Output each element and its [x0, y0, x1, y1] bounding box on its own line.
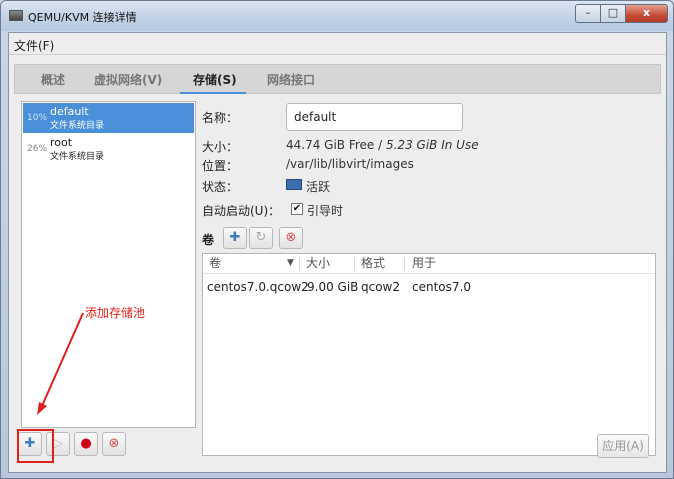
maximize-button[interactable]: □ [600, 4, 626, 23]
pool-name: root [50, 136, 73, 149]
tab-overview[interactable]: 概述 [41, 71, 65, 88]
stop-pool-button[interactable]: ● [74, 432, 98, 456]
volume-name-cell[interactable]: centos7.0.qcow2 [207, 280, 309, 294]
menu-bar: 文件(F) [9, 33, 666, 55]
storage-pool-list[interactable]: 10% default 文件系统目录 26% root 文件系统目录 [21, 101, 196, 428]
refresh-volumes-button[interactable]: ↻ [249, 227, 273, 249]
record-icon: ● [80, 436, 92, 451]
tab-network-interfaces[interactable]: 网络接口 [267, 71, 315, 88]
column-header-size[interactable]: 大小 [306, 254, 330, 274]
pool-usage-percent: 10% [27, 113, 48, 123]
volume-size-cell[interactable]: 9.00 GiB [307, 280, 358, 294]
delete-icon: ⊗ [285, 230, 297, 245]
tab-virtual-networks[interactable]: 虚拟网络(V) [94, 71, 162, 88]
delete-pool-button[interactable]: ⊗ [102, 432, 126, 456]
size-value: 44.74 GiB Free / 5.23 GiB In Use [286, 138, 479, 152]
column-divider [354, 257, 355, 271]
plus-icon: ✚ [229, 230, 241, 245]
pool-item-default[interactable]: 10% default 文件系统目录 [23, 103, 194, 133]
pool-type: 文件系统目录 [50, 121, 105, 131]
sort-chevron-down-icon[interactable]: ▼ [287, 254, 294, 274]
annotation-highlight-box [17, 429, 54, 463]
client-area: 文件(F) 概述 虚拟网络(V) 存储(S) 网络接口 10% default … [8, 32, 667, 473]
delete-icon: ⊗ [108, 436, 120, 451]
apply-button[interactable]: 应用(A) [597, 434, 649, 458]
minimize-button[interactable]: – [575, 4, 601, 23]
app-icon [9, 10, 23, 21]
play-icon: ▷ [53, 436, 63, 451]
pool-type: 文件系统目录 [50, 152, 105, 162]
location-label: 位置： [202, 159, 239, 173]
tab-bar: 概述 虚拟网络(V) 存储(S) 网络接口 [14, 64, 661, 94]
state-label: 状态： [202, 180, 239, 194]
pool-name: default [50, 105, 89, 118]
active-tab-indicator [180, 92, 246, 94]
tab-storage[interactable]: 存储(S) [193, 71, 237, 88]
size-free: 44.74 GiB Free / [286, 138, 386, 152]
add-volume-button[interactable]: ✚ [223, 227, 247, 249]
column-header-volume[interactable]: 卷 [209, 254, 221, 274]
pool-usage-percent: 26% [27, 144, 48, 154]
active-state-icon [286, 179, 302, 190]
volume-format-cell[interactable]: qcow2 [361, 280, 400, 294]
close-button[interactable]: x [625, 4, 668, 23]
menu-file[interactable]: 文件(F) [14, 37, 54, 54]
state-value: 活跃 [306, 180, 331, 194]
column-header-used-by[interactable]: 用于 [412, 254, 436, 274]
name-label: 名称： [202, 111, 239, 125]
column-divider [404, 257, 405, 271]
refresh-icon: ↻ [255, 230, 267, 245]
autostart-checkbox[interactable]: ✔ [291, 203, 303, 215]
location-value: /var/lib/libvirt/images [286, 157, 414, 171]
column-header-format[interactable]: 格式 [361, 254, 385, 274]
pool-name-field[interactable]: default [286, 103, 463, 131]
title-bar[interactable]: QEMU/KVM 连接详情 – □ x [1, 1, 673, 31]
volume-table: 卷 ▼ 大小 格式 用于 centos7.0.qcow2 9.00 GiB qc… [202, 253, 656, 456]
size-in-use: 5.23 GiB In Use [385, 138, 479, 152]
autostart-label: 自动启动(U)： [202, 204, 281, 218]
size-label: 大小： [202, 140, 239, 154]
annotation-text: 添加存储池 [85, 306, 146, 320]
window-title: QEMU/KVM 连接详情 [28, 11, 137, 24]
autostart-checkbox-label: 引导时 [307, 204, 344, 218]
column-divider [299, 257, 300, 271]
pool-item-root[interactable]: 26% root 文件系统目录 [23, 134, 194, 164]
delete-volume-button[interactable]: ⊗ [279, 227, 303, 249]
app-window: QEMU/KVM 连接详情 – □ x 文件(F) 概述 虚拟网络(V) 存储(… [0, 0, 674, 479]
volumes-label: 卷 [202, 233, 215, 247]
volume-used-by-cell[interactable]: centos7.0 [412, 280, 471, 294]
pool-details: 名称： default 大小： 44.74 GiB Free / 5.23 Gi… [202, 101, 656, 456]
